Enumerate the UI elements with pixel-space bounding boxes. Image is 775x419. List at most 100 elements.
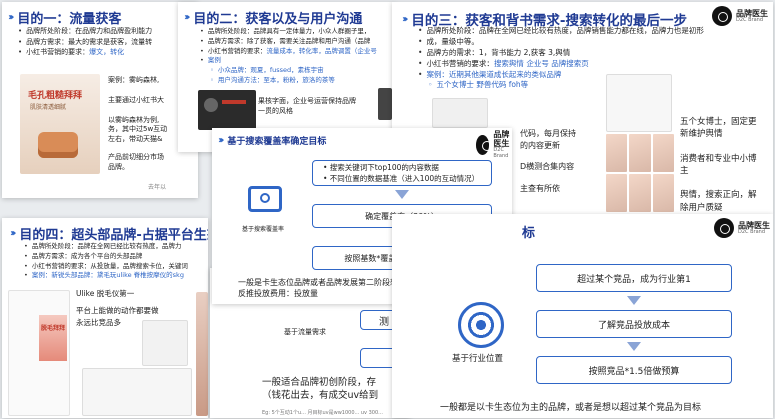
bullet-list: 品牌所处阶段：品牌在全网已经比较有热度，品牌力 品牌方需求：成为各个平台的头部品… [24,242,188,281]
note-line: 五个女博士，固定更 [680,117,757,127]
bullet-item: 小红书营销的要求：流量成本，转化率，品牌调置（企业号 [200,47,377,57]
target-icon [458,302,504,348]
slide-title: ››› 目的四：超头部品牌-占据平台生态 [10,224,208,243]
brand-logo-icon [714,218,734,238]
bullet-list: 品牌所处阶段：品牌具有一定体量力，小众人群圈子里， 品牌方需求：除了获客，需要关… [200,27,377,86]
footnote: 去年以 [148,184,167,191]
case-text: 案例：雾屿森林, 主要通过小红书大 以雾屿森林为例, 务，其中过5w互动 左右，… [108,76,167,173]
bullet-case: 案例 [200,56,377,66]
case-line: 以雾屿森林为例, [108,115,160,124]
poster-text: 脱毛拜拜 [41,325,66,332]
bullet-item: 小红书营销的要求：搜索舆情 企业号 品牌搜索页 [418,59,704,70]
bullet-item: 成，量级中等。 [418,37,704,48]
sub-bullet-item: 用户沟通方法：至本，粉粉，旅洛的茶等 [200,76,377,86]
bullet-highlight: 流量成本，转化率，品牌调置（企业号 [266,46,377,55]
note-line: 代码，每月保持 [520,129,576,138]
laptop-search-icon [248,186,282,212]
thumbnail-image [652,174,674,212]
slide-title-text: 目的二：获客以及与用户沟通 [193,12,363,27]
chevron-right-icon: ››› [10,228,17,239]
slide-title-text: 目的一：流量获客 [17,12,122,27]
note-line: 消费者和专业中小博 [680,153,757,164]
bullet-list: 品牌所处阶段：在品牌力和品牌盈利能力 品牌方需求：最大的需求是获客，流量转 小红… [18,26,152,58]
brand-logo-icon [476,134,493,155]
screenshot-thumbnail [142,320,188,366]
thumbnail-image [629,174,651,212]
side-line: 果核字面，企业号运营保持品牌 [258,97,356,105]
note-line: 主查有所依 [520,183,560,193]
thumbnail-image [606,134,628,172]
app-screenshot-image [198,90,256,130]
bullet-item: 品牌方需求：除了获客，需要关注品牌和用户沟通（品牌 [200,37,377,47]
brand-sub: D2C Brand [493,147,509,160]
brand-name: 品牌医生 [493,130,510,149]
caption-line: 平台上能做的动作都要做 [76,306,159,316]
flow-line: • 搜索关键词下top100的内容数据 [323,163,439,172]
bullet-item: 小红书营销的要求：从投放量，品牌搜索卡位，关键词 [24,262,188,272]
brand-text: 品牌医生 D2C Brand [736,9,768,24]
brand-sub: D2C Brand [736,16,764,23]
bullet-label: 小红书营销的要求： [426,58,494,68]
bullet-case: 案例：新锐头部品牌：黛毛玩ulike 脊椎按摩仪的skg [24,271,188,281]
search-result-image: 脱毛拜拜 [8,290,70,416]
brand-text: 品牌医生 D2C Brand [493,130,512,160]
slide-title: ››› 基于搜索覆盖率确定目标 [218,134,326,147]
content-screenshot-image [432,98,488,128]
flow-box-top100: • 搜索关键词下top100的内容数据 • 不同位置的数据基准（进入100的互动… [312,160,492,186]
bullet-item: 小红书营销的要求：爆文，转化 [18,47,152,58]
product-subline: 肌肤清透细腻 [30,104,67,111]
caption-line: Ulike 脱毛仪第一 [76,289,135,298]
competitor-note: 一般都是以卡生态位为主的品牌，或者是想以超过某个竞品为目标 [440,403,702,413]
flow-box-cost: 了解竞品投放成本 [536,310,732,338]
case-line: 品牌。 [108,162,129,171]
chevron-right-icon: ››› [184,12,191,23]
brand-logo-icon [712,6,732,26]
case-line: 务，其中过5w互动 [108,125,168,134]
note-line: 一般适合品牌初创阶段，存 [262,377,377,388]
case-line: 案例：雾屿森林, [108,76,160,84]
icon-label: 基于流量需求 [284,328,326,336]
case-line: 左右，带动天猫& [108,135,163,144]
brand-logo-badge: 品牌医生 D2C Brand [712,6,768,26]
screenshot-thumbnail [82,368,192,416]
note-line: D横测合集内容 [520,162,575,172]
slide-title: ››› 目的一：流量获客 [8,8,121,27]
down-arrow-icon [627,296,641,305]
bullet-item: 品牌方需求：最大的需求是获客，流量转 [18,37,152,48]
icon-label: 基于行业位置 [452,354,504,364]
bullet-item: 品牌所处阶段：品牌在全网已经比较有热度，品牌销售能力都在线，品牌力也是初形 [418,26,704,37]
bullet-item: 品牌方的需求：1，背书能力 2,获客 3,舆情 [418,48,704,59]
sub-bullet-item: 小众品牌：观夏，fussed，素栋宇宙 [200,66,377,76]
bullet-highlight: 爆文，转化 [89,48,125,56]
note-line: 舆情，搜索正向，解 [680,190,757,201]
bullet-item: 品牌所处阶段：在品牌力和品牌盈利能力 [18,26,152,37]
chevron-right-icon: ››› [8,12,15,23]
slide-top-brand[interactable]: ››› 目的四：超头部品牌-占据平台生态 品牌所处阶段：品牌在全网已经比较有热度… [2,218,208,418]
phone-feed-image [606,74,672,132]
brand-text: 品牌医生 D2C Brand [738,221,770,236]
slide-title-text: 标 [522,226,536,241]
slide-title: ››› 目的二：获客以及与用户沟通 [184,8,362,27]
left-notes: 代码，每月保持 的内容更新 D横测合集内容 主查有所依 [520,128,576,194]
chevron-right-icon: ››› [402,13,409,25]
bullet-highlight: 搜索舆情 企业号 品牌搜索页 [493,58,589,68]
side-line: 一贯的风格 [258,106,293,115]
footnote: Eg: 5个互动1个u... 月目标uv是ww1000... uv 300... [262,410,383,416]
chevron-right-icon: ››› [218,135,225,146]
traffic-note: 一般适合品牌初创阶段，存 （钱花出去，有成交uv给到 [262,376,378,403]
slide-traffic-acquisition[interactable]: ››› 目的一：流量获客 品牌所处阶段：在品牌力和品牌盈利能力 品牌方需求：最大… [2,2,198,198]
slide-competitor-target[interactable]: 标 品牌医生 D2C Brand 基于行业位置 超过某个竞品，成为行业第1 了解… [392,214,773,418]
slide-title-text: 基于搜索覆盖率确定目标 [227,137,327,147]
thumbnail-image [652,134,674,172]
flow-box-rank: 超过某个竞品，成为行业第1 [536,264,732,292]
thumbnail-grid [606,134,674,212]
down-arrow-icon [395,190,409,199]
flow-line: • 不同位置的数据基准（进入100的互动情况） [323,174,480,183]
case-line: 产品前切细分市场 [108,152,164,161]
bullet-label: 小红书营销的要求： [26,48,90,56]
right-notes: 五个女博士，固定更 新维护舆情 消费者和专业中小博 主 舆情，搜索正向，解 除用… [680,116,757,214]
note-line: 主 [680,165,689,176]
bullet-item: 品牌所处阶段：品牌具有一定体量力，小众人群圈子里， [200,27,377,37]
side-text: 果核字面，企业号运营保持品牌 一贯的风格 [258,97,356,117]
product-jar-image [38,132,78,158]
